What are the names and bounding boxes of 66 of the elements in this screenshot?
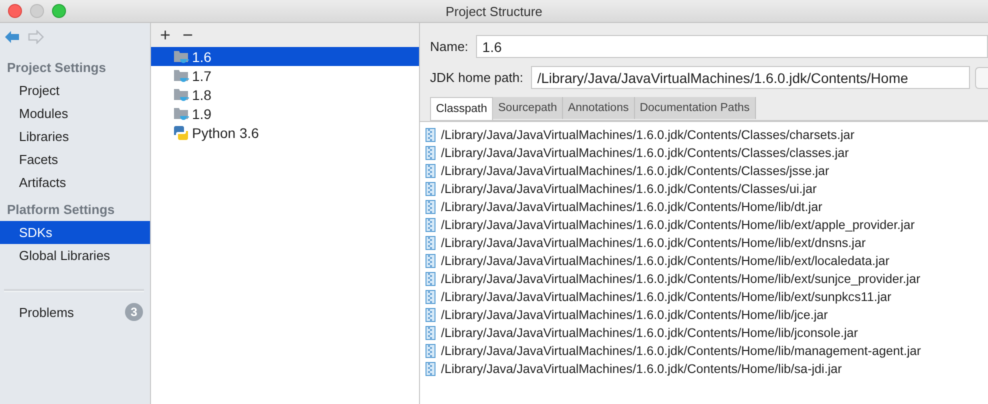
classpath-entry: /Library/Java/JavaVirtualMachines/1.6.0.jdk/Contents/Home/lib/dt.jar [441,200,822,214]
sidebar-item[interactable]: Facets [0,148,150,171]
classpath-entry: /Library/Java/JavaVirtualMachines/1.6.0.jdk/Contents/Classes/classes.jar [441,146,849,160]
folder-cup-icon [173,86,189,102]
sdk-list-item[interactable]: 1.6 [151,47,419,66]
jar-icon [425,362,436,376]
window-title: Project Structure [446,4,542,18]
jar-icon [425,326,436,340]
folder-cup-icon [173,68,189,84]
jar-icon [425,254,436,268]
classpath-entry: /Library/Java/JavaVirtualMachines/1.6.0.jdk/Contents/Classes/charsets.jar [441,128,854,142]
sidebar-item[interactable]: SDKs [0,221,150,244]
jar-icon [425,218,436,232]
tab[interactable]: Classpath [430,97,494,120]
field-label: Name: [430,39,468,54]
classpath-entry: /Library/Java/JavaVirtualMachines/1.6.0.jdk/Contents/Home/lib/ext/sunpkcs11.jar [441,290,892,304]
sidebar-item[interactable]: Artifacts [0,171,150,194]
field-button[interactable] [975,66,988,88]
sidebar-item[interactable]: Problems [19,304,74,320]
tab[interactable]: Documentation Paths [634,97,756,119]
jar-icon [425,182,436,196]
sidebar-item[interactable]: Modules [0,102,150,125]
sdk-list-item[interactable]: 1.9 [151,104,419,123]
zoom-button[interactable] [52,4,66,18]
name-field[interactable]: 1.6 [476,35,988,58]
classpath-entry: /Library/Java/JavaVirtualMachines/1.6.0.jdk/Contents/Home/lib/jce.jar [441,308,828,322]
section-header: Platform Settings [6,201,116,218]
jar-icon [425,146,436,160]
classpath-entry: /Library/Java/JavaVirtualMachines/1.6.0.jdk/Contents/Home/lib/ext/localedata.jar [441,254,890,268]
sdk-list-item[interactable]: 1.7 [151,66,419,85]
count-badge: 3 [125,303,143,321]
path-field[interactable]: /Library/Java/JavaVirtualMachines/1.6.0.jdk/Contents/Home [531,66,970,89]
classpath-entry: /Library/Java/JavaVirtualMachines/1.6.0.jdk/Contents/Home/lib/sa-jdi.jar [441,362,842,376]
folder-cup-icon [173,106,189,122]
sidebar-item[interactable]: Project [0,79,150,102]
tab[interactable]: Sourcepath [493,97,563,119]
classpath-entry: /Library/Java/JavaVirtualMachines/1.6.0.jdk/Contents/Home/lib/ext/sunjce_provider.jar [441,272,920,286]
jar-icon [425,236,436,250]
jar-icon [425,200,436,214]
jar-icon [425,164,436,178]
forward-arrow-icon [28,30,44,44]
sidebar-item[interactable]: Libraries [0,125,150,148]
jar-icon [425,272,436,286]
classpath-entry: /Library/Java/JavaVirtualMachines/1.6.0.jdk/Contents/Home/lib/ext/dnsns.jar [441,236,866,250]
folder-cup-icon [173,48,189,64]
remove-button[interactable]: − [178,25,198,45]
back-arrow-icon [4,30,20,44]
tab[interactable]: Annotations [562,97,635,119]
jar-icon [425,344,436,358]
add-button[interactable]: + [155,25,176,45]
minimize-button[interactable] [30,4,44,18]
close-button[interactable] [8,4,22,18]
jar-icon [425,308,436,322]
python-icon [173,124,189,140]
sdk-list-item[interactable]: Python 3.6 [151,123,419,142]
sdk-list-item[interactable]: 1.8 [151,85,419,104]
classpath-entry: /Library/Java/JavaVirtualMachines/1.6.0.jdk/Contents/Classes/ui.jar [441,182,817,196]
classpath-entry: /Library/Java/JavaVirtualMachines/1.6.0.jdk/Contents/Home/lib/ext/apple_provider.jar [441,218,915,232]
classpath-entry: /Library/Java/JavaVirtualMachines/1.6.0.jdk/Contents/Home/lib/management-agent.jar [441,344,921,358]
classpath-entry: /Library/Java/JavaVirtualMachines/1.6.0.jdk/Contents/Classes/jsse.jar [441,164,830,178]
jar-icon [425,290,436,304]
sidebar-item[interactable]: Global Libraries [0,244,150,267]
classpath-entry: /Library/Java/JavaVirtualMachines/1.6.0.jdk/Contents/Home/lib/jconsole.jar [441,326,858,340]
section-header: Project Settings [6,59,107,76]
field-label: JDK home path: [430,70,524,85]
jar-icon [425,128,436,142]
